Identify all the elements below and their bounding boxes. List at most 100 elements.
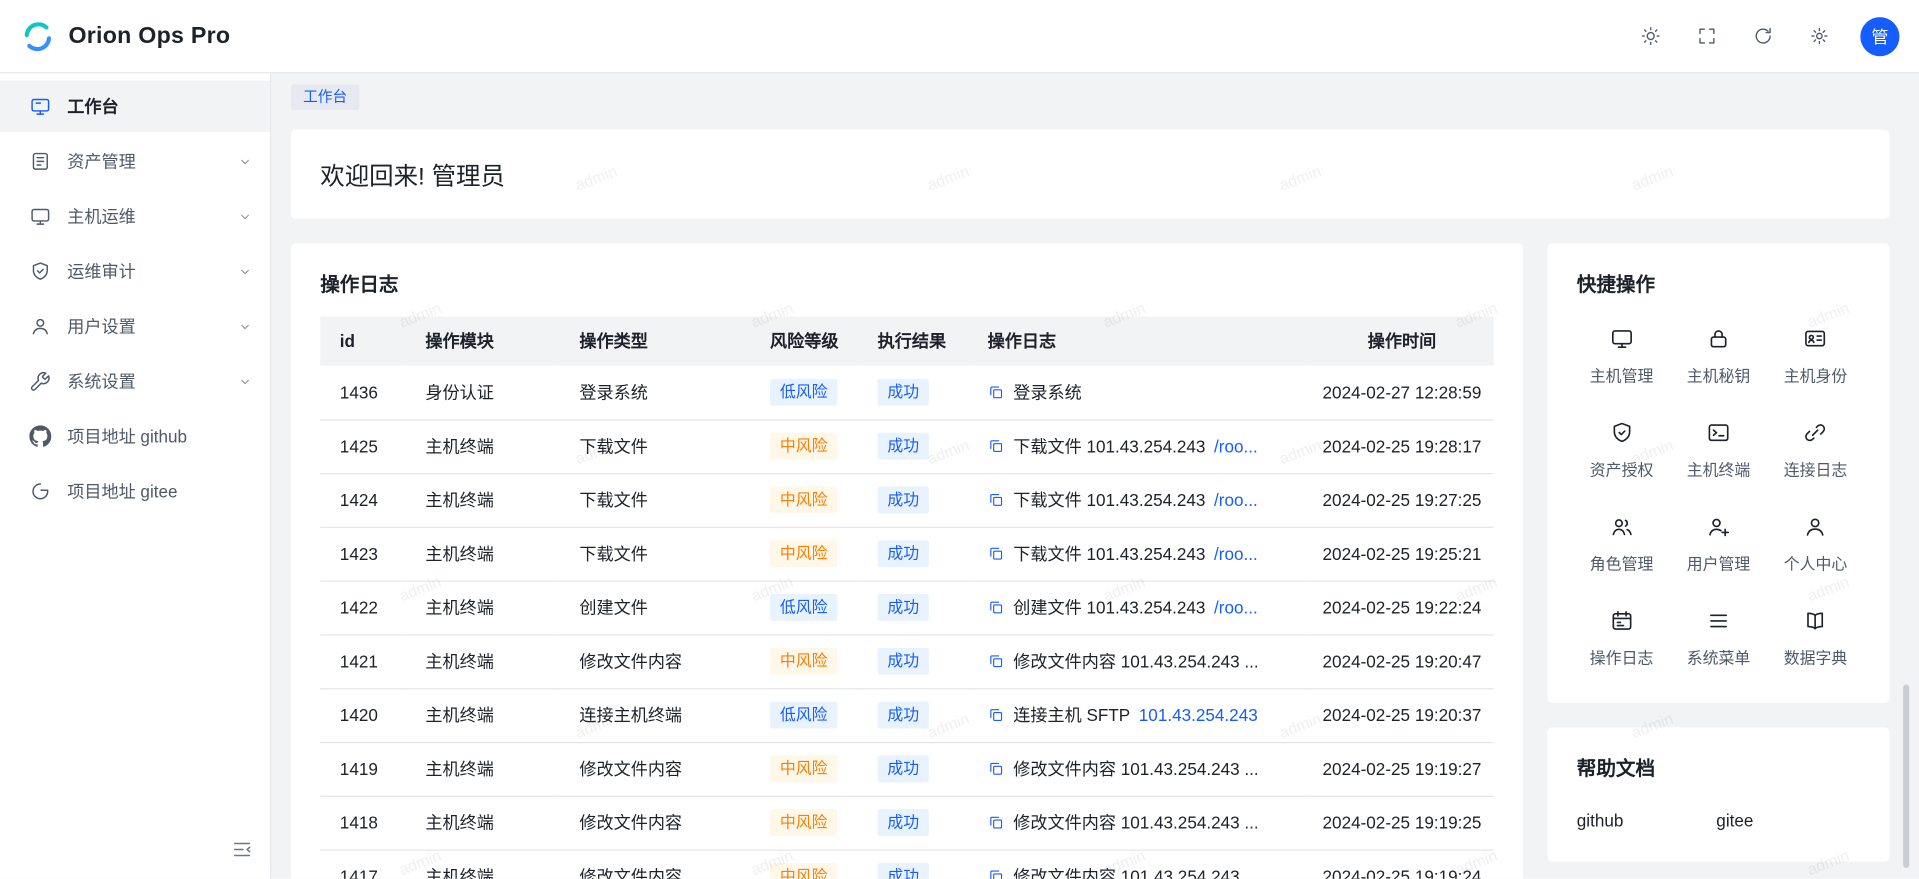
quick-action-label: 角色管理 — [1590, 551, 1654, 574]
chevron-down-icon — [237, 373, 253, 389]
theme-toggle-button[interactable] — [1631, 17, 1670, 56]
result-badge: 成功 — [878, 540, 929, 567]
sidebar-item-audit[interactable]: 运维审计 — [0, 246, 270, 297]
copy-icon[interactable] — [988, 868, 1005, 879]
menu-icon — [1706, 609, 1730, 633]
quick-action-data-dictionary[interactable]: 数据字典 — [1771, 609, 1861, 669]
log-text: 下载文件 101.43.254.243 — [1013, 541, 1205, 565]
quick-action-user-manage[interactable]: 用户管理 — [1674, 515, 1764, 575]
risk-badge: 中风险 — [770, 486, 837, 513]
quick-action-host-terminal[interactable]: 主机终端 — [1674, 420, 1764, 480]
quick-actions-grid: 主机管理 主机秘钥主机身份资产授权主机终端连接日志角色管理用户管理个人中心操作日志… — [1577, 326, 1861, 678]
copy-icon[interactable] — [988, 814, 1005, 831]
quick-action-operation-logs[interactable]: 操作日志 — [1577, 609, 1667, 669]
cell-result: 成功 — [858, 634, 968, 688]
quick-action-label: 数据字典 — [1784, 645, 1848, 668]
copy-icon[interactable] — [988, 491, 1005, 508]
result-badge: 成功 — [878, 594, 929, 621]
cell-time: 2024-02-25 19:19:25 — [1310, 796, 1493, 850]
cell-id: 1417 — [320, 849, 406, 878]
cell-time: 2024-02-25 19:19:27 — [1310, 742, 1493, 796]
risk-badge: 中风险 — [770, 648, 837, 675]
help-docs-card: 帮助文档 githubgitee — [1547, 727, 1889, 861]
copy-icon[interactable] — [988, 706, 1005, 723]
sidebar-item-host-ops[interactable]: 主机运维 — [0, 191, 270, 242]
main-content: 工作台 欢迎回来! 管理员 操作日志 id操作模块操作类型风险等级执行结果操作日… — [271, 73, 1919, 878]
cell-risk: 中风险 — [750, 527, 858, 581]
log-link[interactable]: 101.43.254.243 — [1139, 705, 1258, 725]
log-link[interactable]: /roo... — [1214, 436, 1258, 456]
quick-action-host-manage[interactable]: 主机管理 — [1577, 326, 1667, 386]
quick-action-role-manage[interactable]: 角色管理 — [1577, 515, 1667, 575]
scrollbar-thumb[interactable] — [1903, 684, 1909, 867]
log-text: 修改文件内容 101.43.254.243 ... — [1013, 810, 1258, 834]
result-badge: 成功 — [878, 755, 929, 782]
quick-action-label: 主机管理 — [1590, 363, 1654, 386]
settings-button[interactable] — [1799, 17, 1838, 56]
cell-result: 成功 — [858, 473, 968, 527]
fullscreen-button[interactable] — [1687, 17, 1726, 56]
table-row: 1421主机终端修改文件内容中风险成功修改文件内容 101.43.254.243… — [320, 634, 1493, 688]
log-link[interactable]: /roo... — [1214, 544, 1258, 564]
log-link[interactable]: /roo... — [1214, 490, 1258, 510]
user-avatar[interactable]: 管 — [1860, 17, 1899, 56]
risk-badge: 中风险 — [770, 809, 837, 836]
user-icon — [29, 315, 51, 337]
quick-action-profile-center[interactable]: 个人中心 — [1771, 515, 1861, 575]
result-badge: 成功 — [878, 809, 929, 836]
copy-icon[interactable] — [988, 653, 1005, 670]
cell-type: 创建文件 — [560, 581, 751, 635]
sidebar-item-workbench[interactable]: 工作台 — [0, 81, 270, 132]
cell-risk: 中风险 — [750, 849, 858, 878]
cell-risk: 中风险 — [750, 634, 858, 688]
cell-risk: 中风险 — [750, 796, 858, 850]
sidebar-item-assets[interactable]: 资产管理 — [0, 136, 270, 187]
sidebar-item-github[interactable]: 项目地址 github — [0, 411, 270, 462]
host-icon — [29, 205, 51, 227]
assets-icon — [29, 150, 51, 172]
log-link[interactable]: /roo... — [1214, 598, 1258, 618]
route-tab-workbench[interactable]: 工作台 — [291, 84, 359, 110]
cell-time: 2024-02-25 19:22:24 — [1310, 581, 1493, 635]
cell-time: 2024-02-25 19:28:17 — [1310, 419, 1493, 473]
quick-action-system-menu[interactable]: 系统菜单 — [1674, 609, 1764, 669]
cell-log: 修改文件内容 101.43.254.243 ... — [968, 742, 1310, 796]
shield-icon — [1609, 420, 1633, 444]
cell-time: 2024-02-27 12:28:59 — [1310, 365, 1493, 419]
copy-icon[interactable] — [988, 760, 1005, 777]
copy-icon[interactable] — [988, 545, 1005, 562]
cell-type: 修改文件内容 — [560, 634, 751, 688]
cell-result: 成功 — [858, 581, 968, 635]
sidebar-item-user-settings[interactable]: 用户设置 — [0, 301, 270, 352]
help-link-gitee[interactable]: gitee — [1716, 810, 1753, 830]
cell-module: 主机终端 — [406, 527, 560, 581]
tools-icon — [29, 370, 51, 392]
quick-action-host-keys[interactable]: 主机秘钥 — [1674, 326, 1764, 386]
chevron-down-icon — [237, 318, 253, 334]
column-header: 操作模块 — [406, 317, 560, 366]
help-link-github[interactable]: github — [1577, 810, 1624, 830]
cell-type: 连接主机终端 — [560, 688, 751, 742]
welcome-text: 欢迎回来! 管理员 — [320, 156, 1860, 191]
copy-icon[interactable] — [988, 599, 1005, 616]
cell-result: 成功 — [858, 419, 968, 473]
copy-icon[interactable] — [988, 438, 1005, 455]
collapse-sidebar-button[interactable] — [227, 835, 256, 864]
quick-action-asset-auth[interactable]: 资产授权 — [1577, 420, 1667, 480]
audit-icon — [29, 260, 51, 282]
sidebar-item-system-settings[interactable]: 系统设置 — [0, 356, 270, 407]
quick-action-label: 主机秘钥 — [1687, 363, 1751, 386]
refresh-button[interactable] — [1743, 17, 1782, 56]
fullscreen-icon — [1696, 26, 1717, 47]
copy-icon[interactable] — [988, 383, 1005, 400]
sidebar-item-label: 运维审计 — [67, 259, 135, 283]
risk-badge: 低风险 — [770, 702, 837, 729]
cell-id: 1422 — [320, 581, 406, 635]
calendar-icon — [1609, 609, 1633, 633]
cell-log: 修改文件内容 101.43.254.243 ... — [968, 634, 1310, 688]
cell-module: 主机终端 — [406, 581, 560, 635]
sidebar-item-gitee[interactable]: 项目地址 gitee — [0, 466, 270, 517]
sidebar-item-label: 项目地址 gitee — [67, 479, 177, 503]
quick-action-host-identity[interactable]: 主机身份 — [1771, 326, 1861, 386]
quick-action-connect-logs[interactable]: 连接日志 — [1771, 420, 1861, 480]
